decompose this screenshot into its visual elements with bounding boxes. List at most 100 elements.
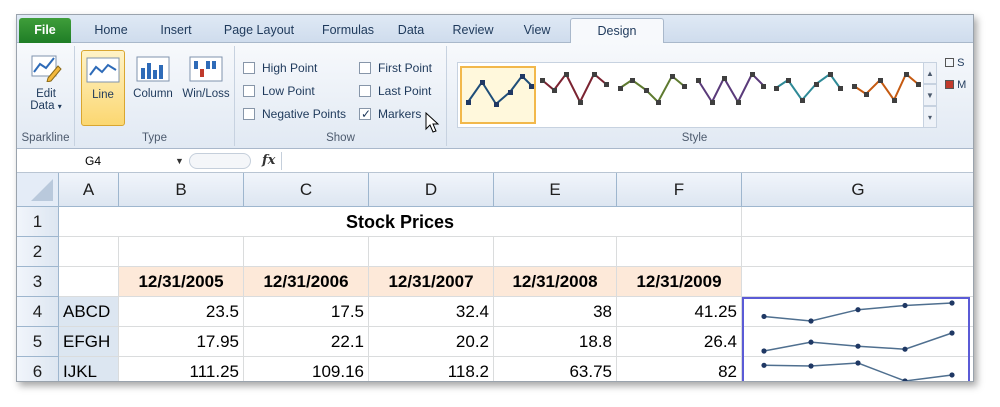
tab-home[interactable]: Home — [85, 18, 137, 43]
name-box-dropdown-icon[interactable]: ▼ — [175, 151, 184, 171]
price-cell[interactable]: 17.5 — [244, 297, 369, 327]
row-header-6[interactable]: 6 — [17, 357, 59, 381]
style-option-4[interactable] — [694, 66, 770, 124]
tab-data[interactable]: Data — [389, 18, 433, 43]
style-preview-6 — [852, 72, 921, 103]
tab-file[interactable]: File — [19, 18, 71, 43]
sparkline-color-button[interactable]: S — [945, 57, 964, 69]
price-cell[interactable]: 17.95 — [119, 327, 244, 357]
cell-d2[interactable] — [369, 237, 494, 267]
markers-checkbox[interactable]: ✓ Markers — [359, 106, 421, 122]
column-header-d[interactable]: D — [369, 173, 494, 207]
price-cell[interactable]: 118.2 — [369, 357, 494, 381]
column-header-b[interactable]: B — [119, 173, 244, 207]
line-sparkline-icon — [86, 57, 120, 83]
edit-data-button[interactable]: Edit Data ▾ — [21, 52, 71, 124]
winloss-type-button[interactable]: Win/Loss — [179, 56, 233, 126]
line-type-button[interactable]: Line — [81, 50, 125, 126]
sparkline-style-gallery[interactable] — [457, 62, 935, 128]
gallery-scroll-down-icon[interactable]: ▼ — [923, 84, 937, 106]
column-type-button[interactable]: Column — [127, 56, 179, 126]
date-header-cell[interactable]: 12/31/2009 — [617, 267, 742, 297]
name-box[interactable]: G4 — [17, 151, 197, 171]
style-option-6[interactable] — [850, 66, 926, 124]
cell-e2[interactable] — [494, 237, 617, 267]
formula-input[interactable] — [289, 151, 969, 171]
price-cell[interactable]: 38 — [494, 297, 617, 327]
sheet-title-cell[interactable]: Stock Prices — [59, 207, 742, 237]
tab-view[interactable]: View — [515, 18, 559, 43]
column-header-c[interactable]: C — [244, 173, 369, 207]
marker-color-icon — [945, 80, 954, 89]
marker-color-label: M — [957, 79, 967, 91]
date-header-cell[interactable]: 12/31/2005 — [119, 267, 244, 297]
price-cell[interactable]: 18.8 — [494, 327, 617, 357]
select-all-corner[interactable] — [17, 173, 59, 207]
function-icon[interactable]: fx — [262, 151, 275, 171]
price-cell[interactable]: 82 — [617, 357, 742, 381]
column-header-g[interactable]: G — [742, 173, 973, 207]
type-group: Line Column Win/Loss Type — [75, 46, 235, 146]
row-header-5[interactable]: 5 — [17, 327, 59, 357]
tab-review[interactable]: Review — [445, 18, 501, 43]
formula-bar-resize-handle[interactable] — [189, 153, 251, 169]
cell-g3[interactable] — [742, 267, 973, 297]
column-header-f[interactable]: F — [617, 173, 742, 207]
low-point-checkbox[interactable]: Low Point — [243, 83, 315, 99]
negative-points-box[interactable] — [243, 108, 255, 120]
cell-g1[interactable] — [742, 207, 973, 237]
price-cell[interactable]: 26.4 — [617, 327, 742, 357]
price-cell[interactable]: 32.4 — [369, 297, 494, 327]
style-option-2[interactable] — [538, 66, 614, 124]
style-group: ▲ ▼ ▾ Style — [447, 46, 942, 146]
row-header-3[interactable]: 3 — [17, 267, 59, 297]
row-header-2[interactable]: 2 — [17, 237, 59, 267]
first-point-box[interactable] — [359, 62, 371, 74]
style-group-label: Style — [681, 132, 708, 144]
ticker-cell[interactable]: IJKL — [59, 357, 119, 381]
price-cell[interactable]: 22.1 — [244, 327, 369, 357]
tab-design[interactable]: Design — [570, 18, 664, 44]
column-sparkline-icon — [136, 56, 170, 82]
date-header-cell[interactable]: 12/31/2006 — [244, 267, 369, 297]
markers-box[interactable]: ✓ — [359, 107, 371, 121]
first-point-label: First Point — [378, 61, 433, 75]
ticker-cell[interactable]: EFGH — [59, 327, 119, 357]
row-header-4[interactable]: 4 — [17, 297, 59, 327]
tab-page-layout[interactable]: Page Layout — [213, 18, 305, 43]
high-point-checkbox[interactable]: High Point — [243, 60, 317, 76]
style-option-5[interactable] — [772, 66, 848, 124]
cell-g2[interactable] — [742, 237, 973, 267]
style-option-3[interactable] — [616, 66, 692, 124]
first-point-checkbox[interactable]: First Point — [359, 60, 432, 76]
price-cell[interactable]: 63.75 — [494, 357, 617, 381]
type-group-label: Type — [142, 132, 167, 144]
price-cell[interactable]: 23.5 — [119, 297, 244, 327]
style-option-1[interactable] — [460, 66, 536, 124]
cell-b2[interactable] — [119, 237, 244, 267]
price-cell[interactable]: 109.16 — [244, 357, 369, 381]
cell-f2[interactable] — [617, 237, 742, 267]
negative-points-checkbox[interactable]: Negative Points — [243, 106, 346, 122]
high-point-box[interactable] — [243, 62, 255, 74]
cell-a2[interactable] — [59, 237, 119, 267]
price-cell[interactable]: 41.25 — [617, 297, 742, 327]
tab-insert[interactable]: Insert — [147, 18, 205, 43]
price-cell[interactable]: 20.2 — [369, 327, 494, 357]
date-header-cell[interactable]: 12/31/2008 — [494, 267, 617, 297]
row-header-1[interactable]: 1 — [17, 207, 59, 237]
cell-a3[interactable] — [59, 267, 119, 297]
gallery-more-icon[interactable]: ▾ — [923, 106, 937, 128]
low-point-box[interactable] — [243, 85, 255, 97]
marker-color-button[interactable]: M — [945, 79, 966, 91]
last-point-checkbox[interactable]: Last Point — [359, 83, 431, 99]
column-header-e[interactable]: E — [494, 173, 617, 207]
column-header-a[interactable]: A — [59, 173, 119, 207]
ticker-cell[interactable]: ABCD — [59, 297, 119, 327]
date-header-cell[interactable]: 12/31/2007 — [369, 267, 494, 297]
gallery-scroll-up-icon[interactable]: ▲ — [923, 62, 937, 84]
tab-formulas[interactable]: Formulas — [313, 18, 383, 43]
price-cell[interactable]: 111.25 — [119, 357, 244, 381]
last-point-box[interactable] — [359, 85, 371, 97]
cell-c2[interactable] — [244, 237, 369, 267]
